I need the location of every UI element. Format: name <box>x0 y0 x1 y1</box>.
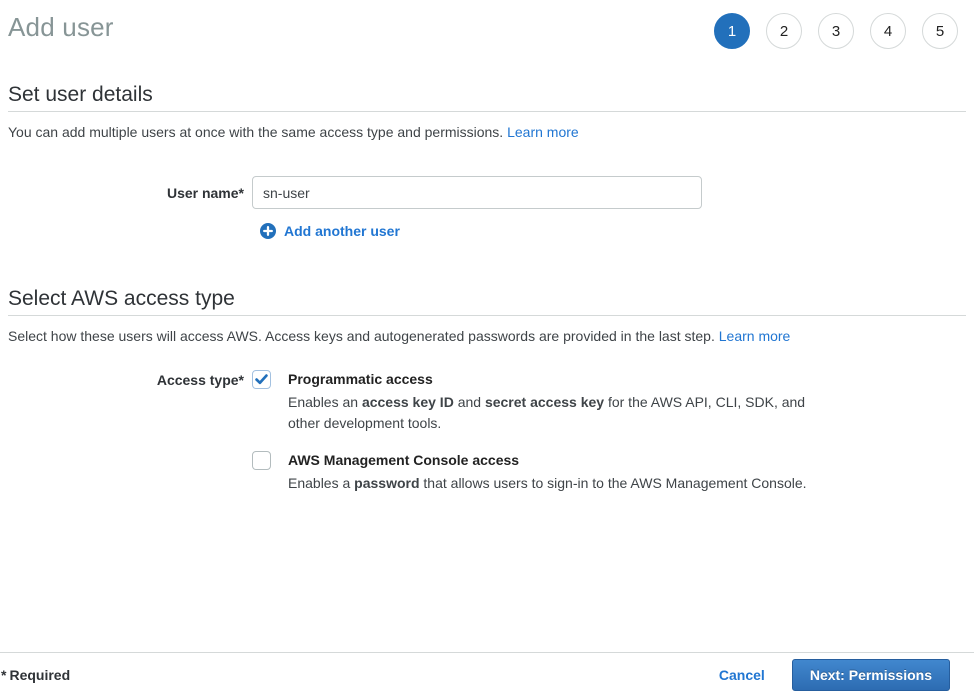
cancel-button[interactable]: Cancel <box>719 667 765 683</box>
programmatic-access-text: Programmatic access Enables an access ke… <box>288 370 810 434</box>
step-2: 2 <box>766 13 802 49</box>
access-type-row: Access type* Programmatic access Enables… <box>8 370 966 511</box>
page-header: Add user 1 2 3 4 5 <box>0 0 974 49</box>
footer-actions: Cancel Next: Permissions <box>719 659 950 691</box>
add-another-user-label: Add another user <box>284 223 400 239</box>
user-details-description: You can add multiple users at once with … <box>8 124 966 140</box>
user-name-input[interactable] <box>252 176 702 209</box>
next-permissions-button[interactable]: Next: Permissions <box>792 659 950 691</box>
required-asterisk: * <box>1 667 6 683</box>
user-details-description-text: You can add multiple users at once with … <box>8 124 503 140</box>
step-indicator: 1 2 3 4 5 <box>714 13 958 49</box>
required-note: *Required <box>8 667 70 683</box>
user-name-row: User name* <box>8 176 966 209</box>
access-type-label: Access type* <box>8 370 244 388</box>
access-type-description-text: Select how these users will access AWS. … <box>8 328 715 344</box>
access-type-options: Programmatic access Enables an access ke… <box>252 370 966 511</box>
user-name-label: User name* <box>8 185 244 201</box>
required-label: Required <box>9 667 70 683</box>
section-divider <box>8 111 966 112</box>
console-access-desc: Enables a password that allows users to … <box>288 473 807 494</box>
step-5: 5 <box>922 13 958 49</box>
programmatic-access-checkbox[interactable] <box>252 370 271 389</box>
learn-more-link-user-details[interactable]: Learn more <box>507 124 579 140</box>
add-user-page: Add user 1 2 3 4 5 Set user details You … <box>0 0 974 697</box>
access-type-description: Select how these users will access AWS. … <box>8 328 966 344</box>
wizard-footer: *Required Cancel Next: Permissions <box>0 652 974 697</box>
section-divider <box>8 315 966 316</box>
main-content: Set user details You can add multiple us… <box>0 83 974 511</box>
console-access-title: AWS Management Console access <box>288 451 807 470</box>
section-title-access-type: Select AWS access type <box>8 287 966 311</box>
learn-more-link-access-type[interactable]: Learn more <box>719 328 791 344</box>
step-3: 3 <box>818 13 854 49</box>
checkmark-icon <box>255 374 268 385</box>
step-4: 4 <box>870 13 906 49</box>
step-1: 1 <box>714 13 750 49</box>
section-title-user-details: Set user details <box>8 83 966 107</box>
page-title: Add user <box>8 12 114 43</box>
console-access-option: AWS Management Console access Enables a … <box>252 451 966 494</box>
plus-icon <box>260 223 276 239</box>
console-access-text: AWS Management Console access Enables a … <box>288 451 807 494</box>
console-access-checkbox[interactable] <box>252 451 271 470</box>
programmatic-access-option: Programmatic access Enables an access ke… <box>252 370 966 434</box>
programmatic-access-desc: Enables an access key ID and secret acce… <box>288 392 810 434</box>
add-another-user-button[interactable]: Add another user <box>260 223 966 239</box>
programmatic-access-title: Programmatic access <box>288 370 810 389</box>
